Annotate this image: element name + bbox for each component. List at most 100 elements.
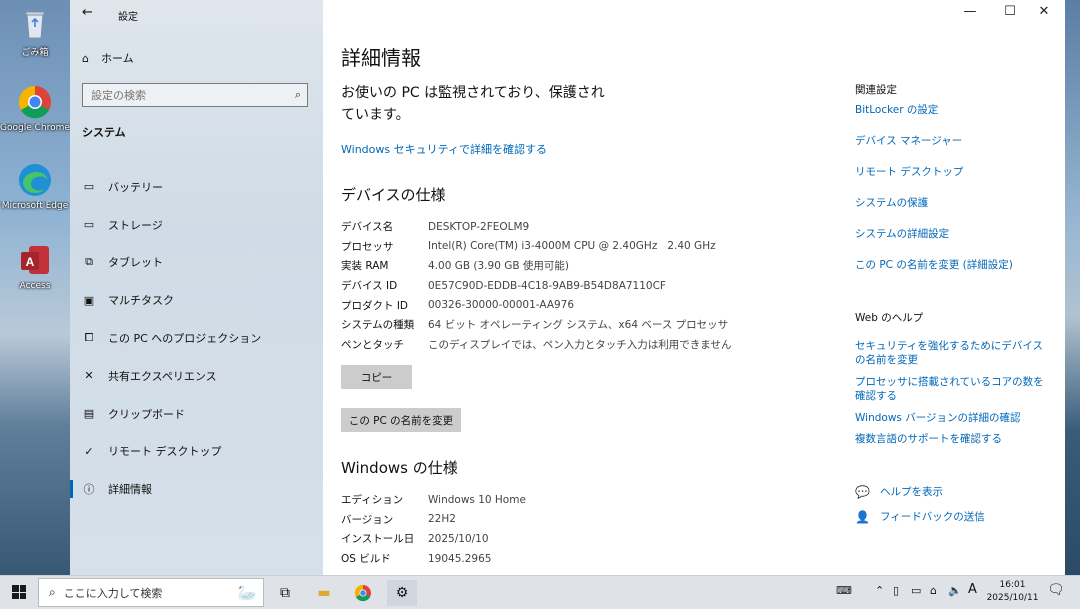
minimize-button[interactable]: — xyxy=(955,4,985,19)
get-help-row[interactable]: 💬 ヘルプを表示 xyxy=(855,484,943,499)
back-arrow-icon[interactable]: ← xyxy=(82,5,93,20)
clock-time: 16:01 xyxy=(999,580,1026,590)
spec-row: プロセッサ Intel(R) Core(TM) i3-4000M CPU @ 2.… xyxy=(341,237,731,257)
sidebar-item-remote-desktop[interactable]: ✓ リモート デスクトップ xyxy=(70,433,323,471)
search-highlight-bird-icon: 🦢 xyxy=(237,583,257,602)
close-button[interactable]: ✕ xyxy=(1029,4,1059,19)
chevron-up-icon[interactable]: ⌃ xyxy=(875,584,884,597)
sidebar-item-tablet[interactable]: ⧉ タブレット xyxy=(70,244,323,282)
sidebar-item-clipboard[interactable]: ▤ クリップボード xyxy=(70,395,323,433)
settings-taskbar-button[interactable]: ⚙ xyxy=(387,580,417,606)
spec-key: バージョン xyxy=(341,513,394,526)
notification-center-icon[interactable]: 🗨 xyxy=(1047,582,1065,598)
desktop-icon-access[interactable]: A Access xyxy=(0,242,70,291)
spec-row: デバイス名 DESKTOP-2FEOLM9 xyxy=(341,217,731,237)
web-help-link-processor-cores[interactable]: プロセッサに搭載されているコアの数を確認する xyxy=(855,375,1050,403)
shared-experiences-icon: ✕ xyxy=(84,369,94,383)
copy-button[interactable]: コピー xyxy=(341,365,412,389)
feedback-icon: 👤 xyxy=(855,509,870,524)
advanced-system-settings-link[interactable]: システムの詳細設定 xyxy=(855,227,1050,241)
network-icon[interactable]: ⌂ xyxy=(930,584,937,597)
recycle-bin-icon xyxy=(17,6,53,42)
access-icon: A xyxy=(17,242,53,278)
volume-icon[interactable]: 🔈 xyxy=(948,584,962,597)
sidebar-item-multitask[interactable]: ▣ マルチタスク xyxy=(70,281,323,319)
meet-icon[interactable]: ▯ xyxy=(893,584,899,597)
rename-pc-advanced-link[interactable]: この PC の名前を変更 (詳細設定) xyxy=(855,258,1050,272)
chrome-icon xyxy=(17,84,53,120)
system-protection-link[interactable]: システムの保護 xyxy=(855,196,1050,210)
spec-value: このディスプレイでは、ペン入力とタッチ入力は利用できません xyxy=(428,338,732,351)
start-button[interactable] xyxy=(12,585,26,599)
windows-logo-icon xyxy=(12,585,19,592)
settings-search-box[interactable]: ⌕ xyxy=(82,83,308,107)
spec-key: インストール日 xyxy=(341,533,415,546)
keyboard-icon[interactable]: ⌨ xyxy=(836,584,852,597)
task-view-button[interactable]: ⧉ xyxy=(270,580,300,606)
spec-value: 4.00 GB (3.90 GB 使用可能) xyxy=(428,260,569,273)
sidebar-home[interactable]: ⌂ ホーム xyxy=(82,50,134,66)
file-explorer-button[interactable]: ▬ xyxy=(309,580,339,606)
gear-icon: ⚙ xyxy=(395,585,409,601)
page-title: 詳細情報 xyxy=(341,46,421,70)
chrome-icon xyxy=(354,584,371,602)
desktop-icon-edge[interactable]: Microsoft Edge xyxy=(0,162,70,211)
spec-key: エディション xyxy=(341,494,404,507)
main-content: — ☐ ✕ 詳細情報 お使いの PC は監視されており、保護されています。 Wi… xyxy=(323,0,1065,575)
web-help-link-windows-version[interactable]: Windows バージョンの詳細の確認 xyxy=(855,411,1050,425)
sidebar-item-projection[interactable]: ⧠ この PC へのプロジェクション xyxy=(70,319,323,357)
svg-text:A: A xyxy=(26,255,35,269)
device-specs-heading: デバイスの仕様 xyxy=(341,186,446,204)
windows-security-link[interactable]: Windows セキュリティで詳細を確認する xyxy=(341,141,547,157)
maximize-button[interactable]: ☐ xyxy=(995,4,1025,19)
device-manager-link[interactable]: デバイス マネージャー xyxy=(855,134,1050,148)
spec-key: デバイス ID xyxy=(341,280,398,293)
sidebar-item-shared-experiences[interactable]: ✕ 共有エクスペリエンス xyxy=(70,357,323,395)
search-icon[interactable]: ⌕ xyxy=(295,88,301,102)
app-title: 設定 xyxy=(118,12,138,23)
feedback-link[interactable]: フィードバックの送信 xyxy=(880,509,985,524)
settings-search-input[interactable] xyxy=(83,84,289,107)
web-help-link-rename-device[interactable]: セキュリティを強化するためにデバイスの名前を変更 xyxy=(855,339,1050,367)
spec-row: 実装 RAM 4.00 GB (3.90 GB 使用可能) xyxy=(341,256,731,276)
bitlocker-link[interactable]: BitLocker の設定 xyxy=(855,103,1050,117)
spec-key: システムの種類 xyxy=(341,319,415,332)
spec-value: Intel(R) Core(TM) i3-4000M CPU @ 2.40GHz… xyxy=(428,240,716,253)
task-view-icon: ⧉ xyxy=(280,585,290,601)
sidebar-item-about[interactable]: ⓘ 詳細情報 xyxy=(70,470,323,508)
web-help-heading: Web のヘルプ xyxy=(855,312,924,324)
related-settings-heading: 関連設定 xyxy=(855,84,897,96)
sidebar-item-label: この PC へのプロジェクション xyxy=(108,332,262,346)
desktop: ごみ箱 Google Chrome Microsoft Edge A Acces… xyxy=(0,0,70,575)
spec-key: OS ビルド xyxy=(341,553,391,566)
desktop-icon-recycle-bin[interactable]: ごみ箱 xyxy=(0,6,70,58)
get-help-link[interactable]: ヘルプを表示 xyxy=(880,484,943,499)
spec-value: Windows 10 Home xyxy=(428,493,526,506)
remote-desktop-link[interactable]: リモート デスクトップ xyxy=(855,165,1050,179)
taskbar-clock[interactable]: 16:01 2025/10/11 xyxy=(985,579,1040,605)
desktop-background-strip xyxy=(1065,0,1080,575)
spec-value: DESKTOP-2FEOLM9 xyxy=(428,220,530,233)
rename-pc-button[interactable]: この PC の名前を変更 xyxy=(341,408,461,432)
help-chat-icon: 💬 xyxy=(855,484,870,499)
ime-indicator[interactable]: A xyxy=(968,582,977,597)
sidebar-item-storage[interactable]: ▭ ストレージ xyxy=(70,206,323,244)
chrome-taskbar-button[interactable] xyxy=(348,580,378,606)
feedback-row[interactable]: 👤 フィードバックの送信 xyxy=(855,509,985,524)
spec-row: システムの種類 64 ビット オペレーティング システム、x64 ベース プロセッ… xyxy=(341,315,731,335)
battery-icon[interactable]: ▭ xyxy=(911,584,921,597)
folder-icon: ▬ xyxy=(317,585,331,601)
spec-key: プロセッサ xyxy=(341,240,394,253)
spec-value: 22H2 xyxy=(428,513,456,526)
spec-row: インストール日 2025/10/10 xyxy=(341,529,526,549)
info-icon: ⓘ xyxy=(83,483,95,497)
taskbar: ⌕ ここに入力して検索 🦢 ⧉ ▬ ⚙ ⌨ ⌃ ▯ ▭ ⌂ 🔈 A 16:01 … xyxy=(0,575,1080,609)
web-help-link-language-support[interactable]: 複数言語のサポートを確認する xyxy=(855,432,1050,446)
taskbar-search-box[interactable]: ⌕ ここに入力して検索 🦢 xyxy=(38,578,264,607)
battery-icon: ▭ xyxy=(83,180,95,194)
desktop-icon-chrome[interactable]: Google Chrome xyxy=(0,84,70,133)
sidebar-item-battery[interactable]: ▭ バッテリー xyxy=(70,168,323,206)
spec-key: プロダクト ID xyxy=(341,299,409,312)
projection-icon: ⧠ xyxy=(84,331,94,345)
spec-value: 19045.2965 xyxy=(428,552,492,565)
